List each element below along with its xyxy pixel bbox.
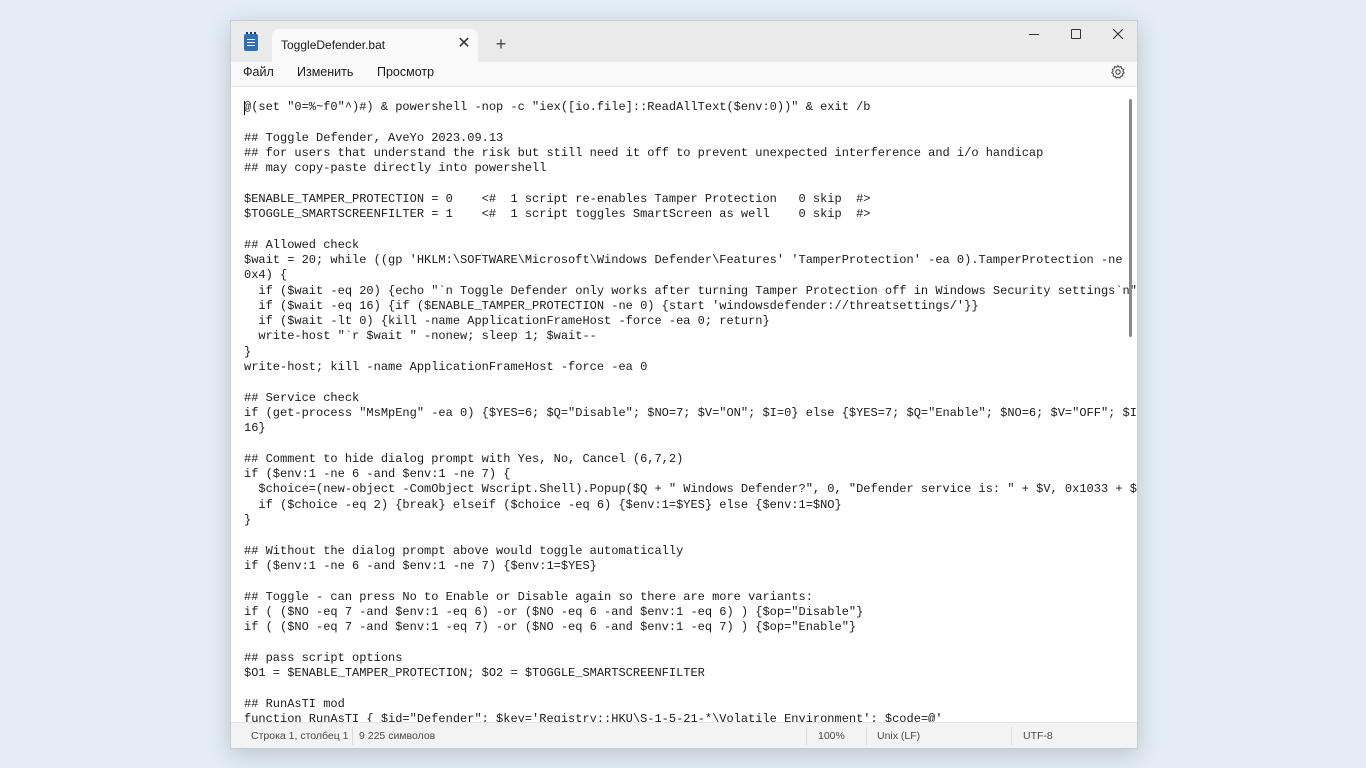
minimize-button[interactable] — [1013, 21, 1055, 51]
code-line: if ( ($NO -eq 7 -and $env:1 -eq 6) -or (… — [244, 604, 864, 619]
code-line: ## Without the dialog prompt above would… — [244, 543, 684, 558]
vertical-scrollbar[interactable] — [1129, 99, 1132, 337]
zoom-level[interactable]: 100% — [818, 730, 845, 742]
character-count: 9 225 символов — [359, 730, 436, 742]
code-line: ## pass script options — [244, 650, 403, 665]
code-line: 16} — [244, 421, 266, 436]
menu-bar: Файл Изменить Просмотр — [231, 62, 1137, 86]
code-line: if ($wait -lt 0) {kill -name Application… — [244, 314, 770, 329]
status-bar: Строка 1, столбец 1 9 225 символов 100% … — [231, 722, 1137, 748]
code-line: if ($wait -eq 20) {echo "`n Toggle Defen… — [244, 283, 1137, 298]
notepad-app-icon — [244, 32, 258, 51]
code-line: $wait = 20; while ((gp 'HKLM:\SOFTWARE\M… — [244, 252, 1123, 267]
maximize-button[interactable] — [1055, 21, 1097, 51]
notepad-window: ToggleDefender.bat ✕ + Файл Изменить Про… — [230, 20, 1138, 749]
code-line: ## Allowed check — [244, 237, 360, 252]
code-line: ## RunAsTI mod — [244, 696, 345, 711]
text-caret — [244, 101, 245, 115]
status-divider — [1011, 727, 1012, 745]
gear-icon — [1111, 65, 1125, 79]
tab-toggledefender[interactable]: ToggleDefender.bat ✕ — [272, 29, 478, 62]
code-line: write-host; kill -name ApplicationFrameH… — [244, 360, 648, 375]
tab-title: ToggleDefender.bat — [281, 38, 386, 52]
close-window-button[interactable] — [1097, 21, 1137, 51]
code-line: ## Toggle - can press No to Enable or Di… — [244, 589, 813, 604]
code-line: $ENABLE_TAMPER_PROTECTION = 0 <# 1 scrip… — [244, 191, 871, 206]
status-divider — [352, 727, 353, 745]
code-line: } — [244, 344, 252, 359]
title-bar: ToggleDefender.bat ✕ + — [231, 21, 1137, 62]
editor-text: @(set "0=%~f0"^)#) & powershell -nop -c … — [244, 100, 1137, 723]
status-divider — [806, 727, 807, 745]
code-line: write-host "`r $wait " -nonew; sleep 1; … — [244, 329, 597, 344]
line-ending[interactable]: Unix (LF) — [877, 730, 920, 742]
text-editor[interactable]: @(set "0=%~f0"^)#) & powershell -nop -c … — [231, 86, 1137, 723]
cursor-position: Строка 1, столбец 1 — [251, 730, 349, 742]
code-line: ## Comment to hide dialog prompt with Ye… — [244, 451, 684, 466]
code-line: if ($env:1 -ne 6 -and $env:1 -ne 7) {$en… — [244, 558, 597, 573]
code-line: ## Toggle Defender, AveYo 2023.09.13 — [244, 130, 504, 145]
code-line: } — [244, 513, 252, 528]
code-line: if ($choice -eq 2) {break} elseif ($choi… — [244, 497, 842, 512]
code-line: if ($env:1 -ne 6 -and $env:1 -ne 7) { — [244, 467, 511, 482]
code-line: 0x4) { — [244, 268, 288, 283]
menu-view[interactable]: Просмотр — [377, 65, 434, 79]
code-line: if (get-process "MsMpEng" -ea 0) {$YES=6… — [244, 405, 1137, 420]
menu-file[interactable]: Файл — [243, 65, 274, 79]
code-line: ## for users that understand the risk bu… — [244, 145, 1044, 160]
code-line: $O1 = $ENABLE_TAMPER_PROTECTION; $O2 = $… — [244, 665, 705, 680]
code-line: ## Service check — [244, 390, 360, 405]
status-divider — [866, 727, 867, 745]
code-line: $choice=(new-object -ComObject Wscript.S… — [244, 482, 1137, 497]
code-line: ## may copy-paste directly into powershe… — [244, 161, 547, 176]
close-icon — [1113, 29, 1123, 39]
code-line: $TOGGLE_SMARTSCREENFILTER = 1 <# 1 scrip… — [244, 207, 871, 222]
encoding[interactable]: UTF-8 — [1023, 730, 1053, 742]
code-line: if ($wait -eq 16) {if ($ENABLE_TAMPER_PR… — [244, 298, 979, 313]
new-tab-button[interactable]: + — [490, 33, 512, 55]
code-line: @(set "0=%~f0"^)#) & powershell -nop -c … — [244, 100, 871, 114]
settings-button[interactable] — [1110, 64, 1126, 80]
menu-edit[interactable]: Изменить — [297, 65, 353, 79]
tab-close-icon[interactable]: ✕ — [455, 34, 473, 54]
code-line: if ( ($NO -eq 7 -and $env:1 -eq 7) -or (… — [244, 620, 857, 635]
